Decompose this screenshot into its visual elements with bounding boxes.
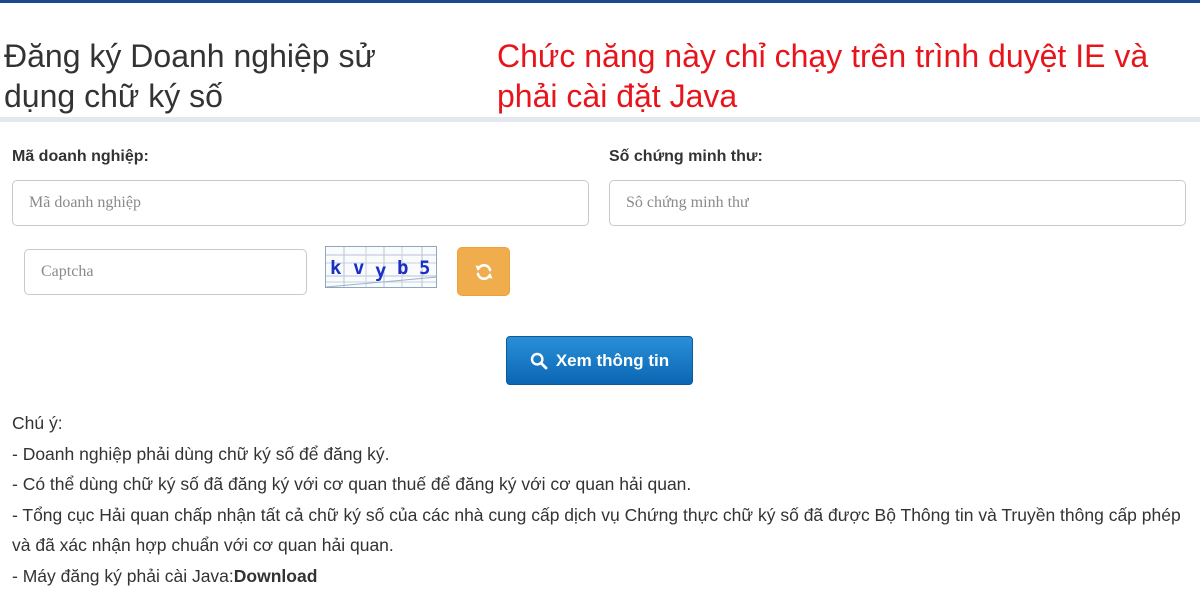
view-info-label: Xem thông tin xyxy=(556,351,669,371)
refresh-captcha-button[interactable] xyxy=(457,247,510,296)
refresh-icon xyxy=(474,262,494,282)
captcha-char: 5 xyxy=(419,257,430,279)
business-code-input[interactable] xyxy=(12,180,589,226)
browser-warning: Chức năng này chỉ chạy trên trình duyệt … xyxy=(497,36,1197,116)
captcha-image: k v y b 5 xyxy=(325,246,437,288)
page-title: Đăng ký Doanh nghiệp sử dụng chữ ký số xyxy=(4,36,444,116)
captcha-char: b xyxy=(397,257,408,279)
captcha-char: v xyxy=(353,257,364,279)
note-item: - Tổng cục Hải quan chấp nhận tất cả chữ… xyxy=(12,500,1198,561)
download-java-link[interactable]: Download xyxy=(234,566,318,586)
notes-heading: Chú ý: xyxy=(12,408,1198,439)
note-item: - Có thể dùng chữ ký số đã đăng ký với c… xyxy=(12,469,1198,500)
title-divider xyxy=(0,117,1200,122)
java-note-text: - Máy đăng ký phải cài Java: xyxy=(12,566,234,586)
note-item-java: - Máy đăng ký phải cài Java:Download xyxy=(12,561,1198,591)
view-info-button[interactable]: Xem thông tin xyxy=(506,336,693,385)
notes-section: Chú ý: - Doanh nghiệp phải dùng chữ ký s… xyxy=(12,408,1198,591)
search-icon xyxy=(530,352,548,370)
captcha-input[interactable] xyxy=(24,249,307,295)
note-item: - Doanh nghiệp phải dùng chữ ký số để đă… xyxy=(12,439,1198,470)
business-code-label: Mã doanh nghiệp: xyxy=(12,148,149,166)
captcha-char: k xyxy=(330,257,341,279)
id-number-label: Số chứng minh thư: xyxy=(609,148,763,166)
top-accent-bar xyxy=(0,0,1200,3)
captcha-char: y xyxy=(375,260,386,282)
id-number-input[interactable] xyxy=(609,180,1186,226)
